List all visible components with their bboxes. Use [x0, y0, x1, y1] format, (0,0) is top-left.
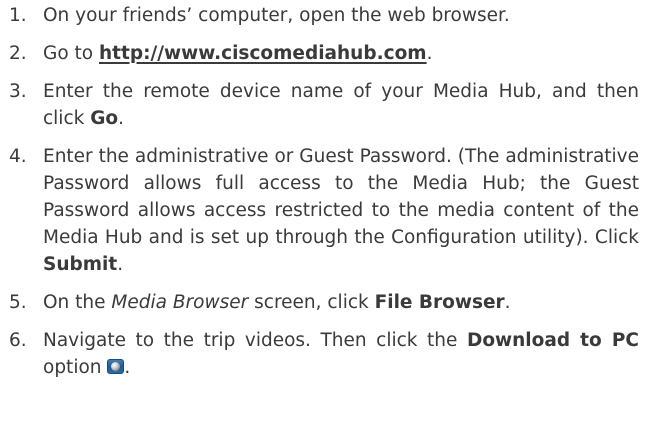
step-text: Navigate to the trip videos. Then click … [43, 330, 467, 351]
instruction-page: 1. On your friends’ computer, open the w… [0, 0, 645, 431]
media-browser-screen-name: Media Browser [111, 292, 249, 313]
step-text: screen, click [248, 292, 375, 313]
download-to-pc-icon [107, 359, 125, 374]
step-number: 5. [9, 292, 27, 313]
step-number: 6. [9, 330, 27, 351]
step-number: 2. [9, 43, 27, 64]
download-to-pc-reference: Download to PC [466, 330, 639, 351]
step-number: 3. [9, 81, 27, 102]
step-number: 1. [9, 5, 27, 26]
step-text: . [504, 292, 511, 313]
step-text: Go to [43, 43, 99, 64]
step-text: . [117, 254, 124, 275]
step-6: 6. Navigate to the trip videos. Then cli… [6, 327, 639, 381]
cisco-media-hub-link[interactable]: http://www.ciscomediahub.com [99, 43, 427, 64]
step-3: 3. Enter the remote device name of your … [6, 78, 639, 132]
step-1: 1. On your friends’ computer, open the w… [6, 2, 639, 29]
step-text: option [43, 357, 108, 378]
step-text: . [124, 357, 131, 378]
step-text: Enter the administrative or Guest Passwo… [43, 146, 639, 248]
file-browser-button-reference: File Browser [374, 292, 505, 313]
go-button-reference: Go [90, 108, 119, 129]
step-2: 2. Go to http://www.ciscomediahub.com. [6, 40, 639, 67]
step-number: 4. [9, 146, 27, 167]
step-text: . [426, 43, 433, 64]
steps-list: 1. On your friends’ computer, open the w… [6, 2, 639, 381]
step-4: 4. Enter the administrative or Guest Pas… [6, 143, 639, 278]
step-text: Enter the remote device name of your Med… [43, 81, 639, 129]
step-5: 5. On the Media Browser screen, click Fi… [6, 289, 639, 316]
step-text: . [118, 108, 125, 129]
submit-button-reference: Submit [43, 254, 118, 275]
step-text: On the [43, 292, 112, 313]
step-text: On your friends’ computer, open the web … [43, 5, 510, 26]
